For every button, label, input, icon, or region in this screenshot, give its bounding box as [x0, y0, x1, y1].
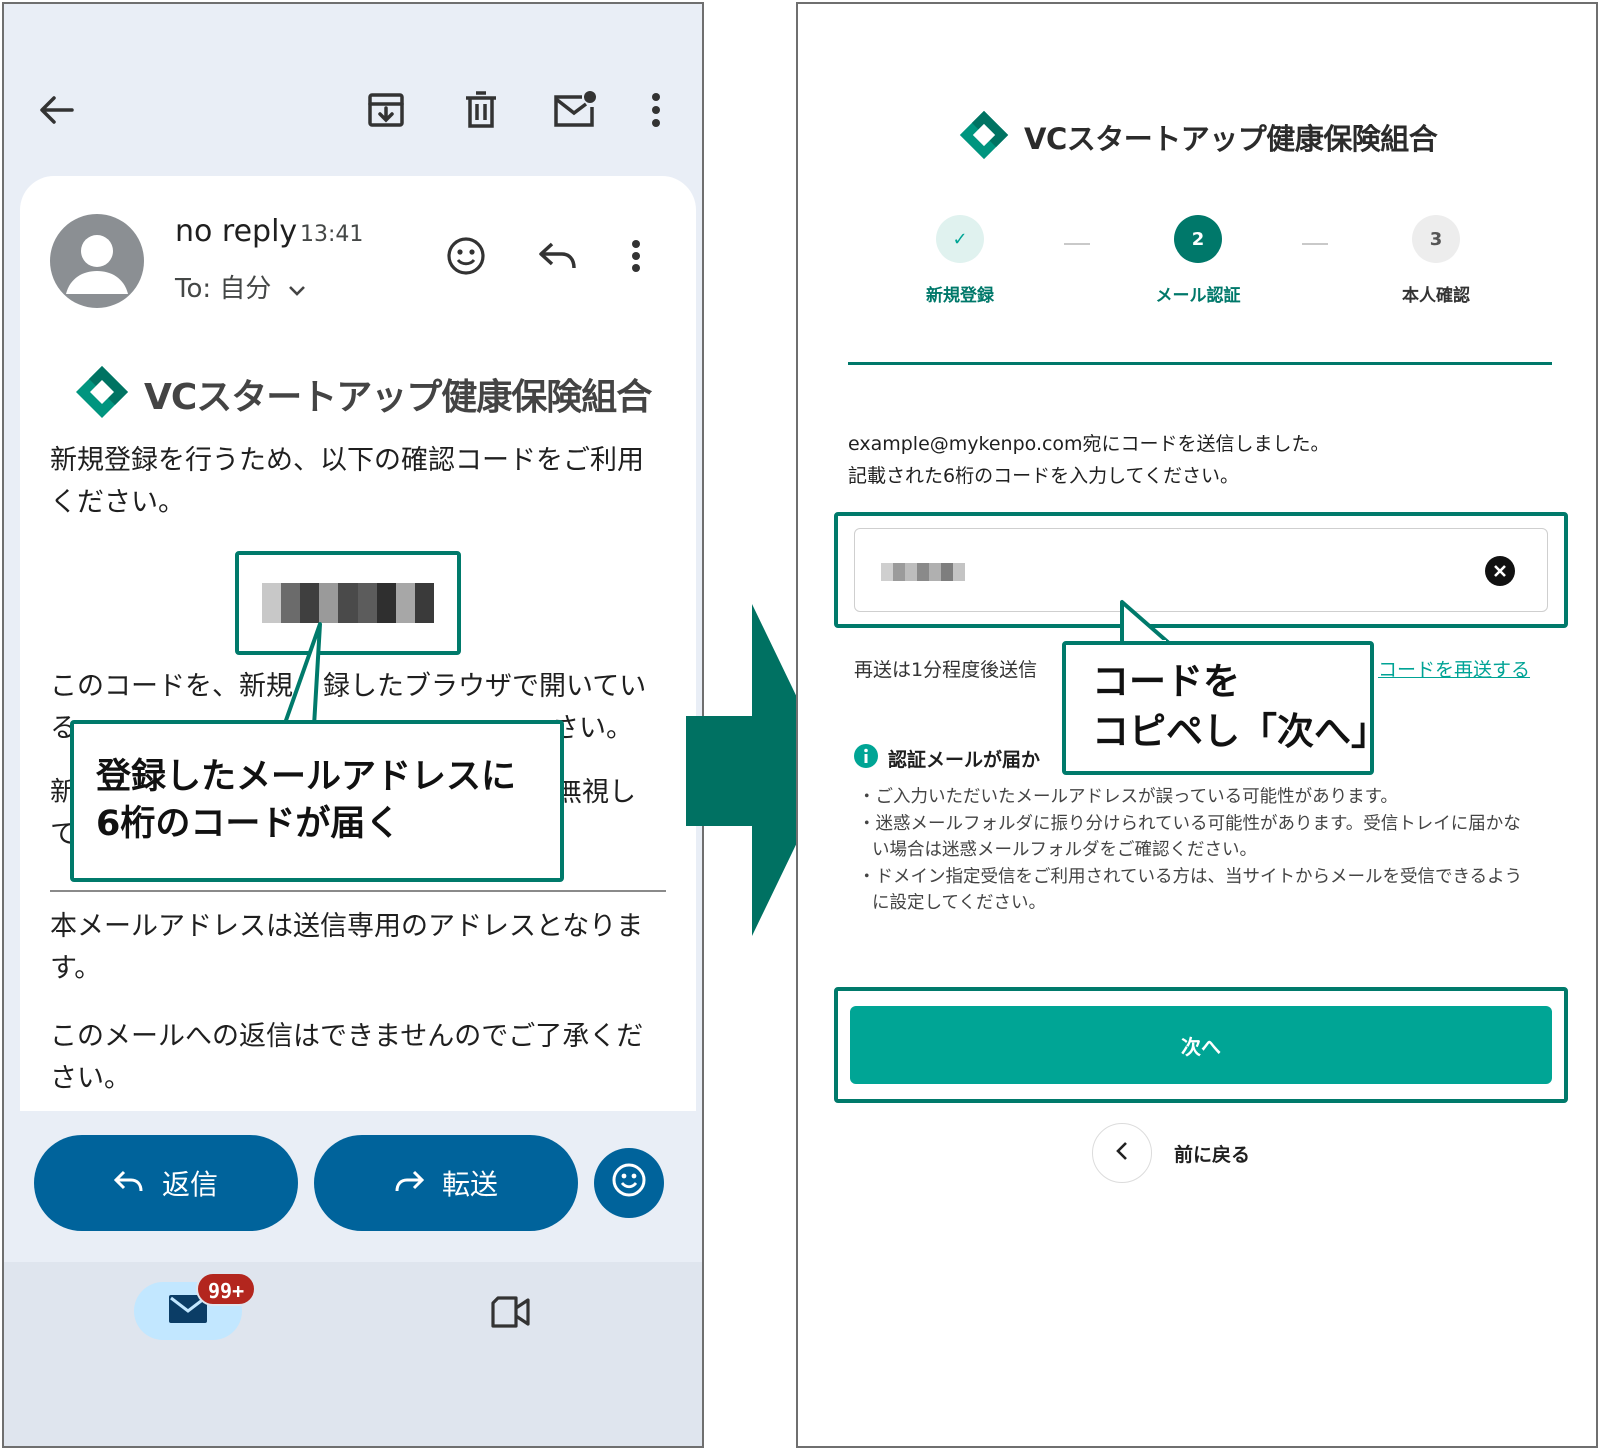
sent-message: example@mykenpo.com宛にコードを送信しました。	[848, 433, 1330, 455]
reply-icon	[113, 1167, 144, 1200]
message-time: 13:41	[300, 222, 364, 247]
sender-name: no reply	[175, 214, 298, 249]
delete-icon[interactable]	[459, 88, 503, 132]
mail-action-bar: 返信 転送	[4, 1111, 702, 1261]
tip-item: ・ご入力いただいたメールアドレスが誤っている可能性があります。	[858, 787, 1398, 807]
divider	[50, 890, 666, 892]
brand-logo-icon	[958, 109, 1010, 165]
back-arrow-icon[interactable]	[34, 90, 78, 130]
brand-logo-icon	[74, 364, 130, 424]
more-vert-icon[interactable]	[644, 88, 668, 132]
mail-body-fragment: 録したブラウザで開いてい	[323, 671, 647, 702]
mail-message-card: no reply 13:41 To: 自分 VCスタートアップ健康保険組合 新規…	[20, 176, 696, 1111]
mail-body-fragment: このコードを、新規	[50, 671, 293, 702]
chevron-down-icon	[288, 274, 306, 304]
step-signup: ✓ 新規登録	[890, 215, 1030, 306]
bottom-navigation: 99+	[4, 1262, 702, 1446]
code-input-highlight	[834, 512, 1568, 628]
unread-count-badge: 99+	[196, 1272, 257, 1306]
mark-unread-icon[interactable]	[550, 86, 600, 132]
callout-line: コピペし「次へ」	[1092, 710, 1388, 753]
archive-icon[interactable]	[364, 88, 408, 132]
back-button[interactable]	[1092, 1123, 1152, 1183]
tip-item: ・ドメイン指定受信をご利用されている方は、当サイトからメールを受信できるように設…	[858, 866, 1523, 914]
tip-item: ・迷惑メールフォルダに振り分けられている可能性があります。受信トレイに届かない場…	[858, 813, 1521, 861]
next-button-highlight: 次へ	[834, 987, 1568, 1103]
callout-line: コードを	[1092, 660, 1240, 703]
forward-button[interactable]: 転送	[314, 1135, 578, 1231]
step-circle-done: ✓	[936, 215, 984, 263]
emoji-react-icon[interactable]	[444, 234, 488, 278]
brand-name: VCスタートアップ健康保険組合	[144, 377, 652, 418]
blurred-code	[881, 563, 965, 581]
mail-body-fragment: 無視し	[555, 777, 636, 808]
step-circle-pending: 3	[1412, 215, 1460, 263]
emoji-icon	[611, 1162, 647, 1205]
meet-video-icon[interactable]	[488, 1292, 534, 1332]
callout-pointer	[282, 622, 322, 730]
mail-body-intro: 新規登録を行うため、以下の確認コードをご利用ください。	[50, 445, 644, 518]
reply-icon[interactable]	[536, 236, 580, 276]
mail-brand-header: VCスタートアップ健康保険組合	[74, 364, 652, 424]
info-heading: 認証メールが届か	[854, 744, 1040, 772]
chevron-left-icon	[1115, 1141, 1129, 1165]
forward-icon	[394, 1167, 425, 1200]
forward-button-label: 転送	[441, 1168, 498, 1201]
callout-line: 6桁のコードが届く	[96, 804, 401, 844]
verification-code-box	[235, 551, 461, 655]
recipient-toggle[interactable]: To: 自分	[175, 268, 306, 305]
resend-code-link[interactable]: コードを再送する	[1378, 655, 1530, 682]
resend-note: 再送は1分程度後送信	[854, 659, 1038, 681]
step-connector	[1302, 243, 1328, 245]
reply-button[interactable]: 返信	[34, 1135, 298, 1231]
step-label: 本人確認	[1402, 286, 1470, 306]
brand-name: VCスタートアップ健康保険組合	[1024, 122, 1438, 156]
reply-button-label: 返信	[161, 1168, 218, 1201]
clear-input-icon[interactable]	[1485, 556, 1515, 586]
info-title: 認証メールが届か	[888, 748, 1041, 771]
more-vert-icon[interactable]	[626, 234, 646, 278]
callout-code-arrives: 登録したメールアドレスに 6桁のコードが届く	[70, 720, 564, 882]
next-button[interactable]: 次へ	[850, 1006, 1552, 1084]
troubleshooting-tips: ・ご入力いただいたメールアドレスが誤っている可能性があります。 ・迷惑メールフォ…	[854, 784, 1534, 917]
mail-body-sendonly: 本メールアドレスは送信専用のアドレスとなります。	[50, 911, 644, 984]
instruction-text: 記載された6桁のコードを入力してください。	[848, 465, 1239, 487]
step-label: 新規登録	[926, 286, 994, 306]
step-identity: 3 本人確認	[1366, 215, 1506, 306]
mail-body-fragment: さい。	[552, 713, 633, 744]
callout-copy-paste: コードを コピペし「次へ」	[1062, 641, 1388, 775]
back-label[interactable]: 前に戻る	[1174, 1140, 1250, 1167]
avatar	[50, 214, 144, 308]
info-icon	[854, 744, 878, 772]
callout-line: 登録したメールアドレスに	[96, 757, 517, 797]
step-email-verify: 2 メール認証	[1128, 215, 1268, 306]
step-label: メール認証	[1155, 286, 1241, 306]
emoji-button[interactable]	[594, 1148, 664, 1218]
code-input[interactable]	[854, 528, 1548, 612]
mail-body-noreply: このメールへの返信はできませんのでご了承ください。	[50, 1021, 644, 1094]
progress-rule	[848, 362, 1552, 365]
blurred-code	[262, 583, 434, 623]
step-circle-active: 2	[1174, 215, 1222, 263]
form-brand-header: VCスタートアップ健康保険組合	[958, 109, 1438, 165]
step-connector	[1064, 243, 1090, 245]
recipient-label: To: 自分	[175, 274, 272, 304]
